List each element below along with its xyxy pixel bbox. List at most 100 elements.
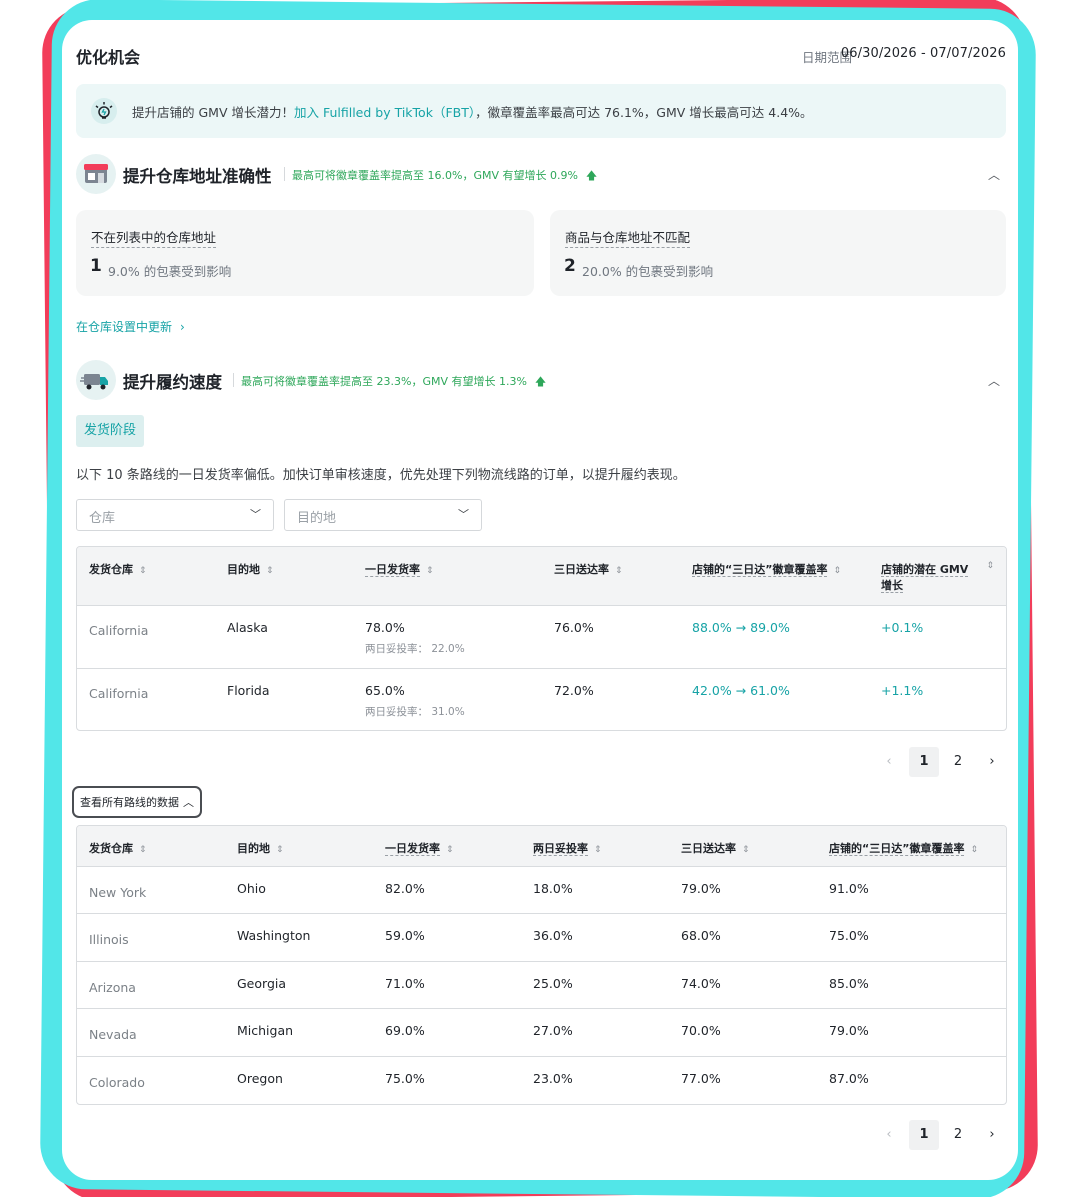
page-1-button[interactable]: 1 [909,1120,939,1150]
fulfillment-section-icon [76,360,116,400]
sort-icon: ⇕ [742,845,750,855]
cell-two-day: 27.0% [521,1008,669,1056]
cell-destination: Florida [215,667,353,730]
cell-two-day: 25.0% [521,960,669,1009]
fulfillment-section-title: 提升履约速度 [123,373,222,392]
next-page-icon[interactable]: › [977,1120,1007,1150]
col-header-destination[interactable]: 目的地 ⇕ [215,547,353,605]
chevron-down-icon: ﹀ [250,508,261,521]
cell-two-day: 23.0% [521,1055,669,1104]
cell-gmv: +1.1% [869,667,1006,730]
sort-icon: ⇕ [986,561,994,571]
truck-icon [80,374,108,390]
stat-label: 商品与仓库地址不匹配 [565,227,691,248]
fbt-banner: 提升店铺的 GMV 增长潜力！加入 Fulfilled by TikTok（FB… [76,84,1006,138]
col-header-gmv[interactable]: 店铺的潜在 GMV 增长 ⇕ [869,547,1006,605]
sort-icon: ⇕ [594,845,602,855]
cell-gmv: +0.1% [869,604,1006,668]
cell-destination: Oregon [225,1055,373,1104]
stat-count: 1 [90,256,102,276]
sort-icon: ⇕ [276,845,284,855]
section-divider [284,167,285,181]
cell-three-day: 76.0% [542,604,680,668]
cell-warehouse: California [77,667,215,730]
cell-one-day: 69.0% [373,1008,521,1056]
cell-destination: Georgia [225,960,373,1009]
page-2-button[interactable]: 2 [943,1120,973,1150]
table-row[interactable]: California Alaska 78.0% 两日妥投率： 22.0% 76.0… [77,604,1006,668]
cell-three-day: 68.0% [669,913,817,961]
sort-icon: ⇕ [833,566,842,576]
sort-icon: ⇕ [266,566,274,576]
page-1-button[interactable]: 1 [909,747,939,777]
store-icon [84,164,108,183]
arrow-up-icon: 🡅 [534,375,547,388]
destination-select[interactable]: 目的地 ﹀ [284,499,482,531]
prev-page-icon[interactable]: ‹ [874,747,904,777]
cell-one-day: 71.0% [373,960,521,1009]
warehouse-section-icon [76,154,116,194]
sort-icon: ⇕ [615,566,623,576]
col-header-coverage[interactable]: 店铺的“三日达”徽章覆盖率 ⇕ [680,547,869,605]
section-divider [233,373,234,387]
stat-count: 2 [564,256,576,276]
cell-warehouse: California [77,604,215,668]
page-2-button[interactable]: 2 [943,747,973,777]
chevron-up-icon: ︿ [183,796,194,809]
cell-coverage: 79.0% [817,1008,1006,1056]
shipping-stage-tab[interactable]: 发货阶段 [76,415,145,447]
cell-destination: Washington [225,913,373,961]
stat-description: 20.0% 的包裹受到影响 [582,264,714,279]
chevron-right-icon: › [180,320,185,334]
cell-warehouse: Illinois [77,913,225,961]
col-header-one-day[interactable]: 一日发货率 ⇕ [353,547,542,605]
all-routes-table: 发货仓库 ⇕ 目的地 ⇕ 一日发货率 ⇕ 两日妥投率 ⇕ 三日送达率 ⇕ 店铺的“三日达”… [76,825,1007,1105]
lightbulb-icon [91,98,117,124]
next-page-icon[interactable]: › [977,747,1007,777]
cell-destination: Ohio [225,865,373,914]
cell-warehouse: Colorado [77,1055,225,1104]
cell-warehouse: Arizona [77,960,225,1009]
two-day-subtext: 两日妥投率： 22.0% [365,642,465,655]
col-header-one-day[interactable]: 一日发货率 ⇕ [373,826,521,866]
fulfillment-description: 以下 10 条路线的一日发货率偏低。加快订单审核速度，优先处理下列物流线路的订单… [76,468,686,483]
table-row[interactable]: California Florida 65.0% 两日妥投率： 31.0% 72.… [77,667,1006,730]
collapse-warehouse-chevron-icon[interactable]: ︿ [988,166,1000,183]
table-row[interactable]: Colorado Oregon 75.0% 23.0% 77.0% 87.0% [77,1055,1006,1104]
cell-destination: Michigan [225,1008,373,1056]
table-row[interactable]: Nevada Michigan 69.0% 27.0% 70.0% 79.0% [77,1008,1006,1056]
col-header-destination[interactable]: 目的地 ⇕ [225,826,373,866]
col-header-warehouse[interactable]: 发货仓库 ⇕ [77,826,225,866]
col-header-two-day[interactable]: 两日妥投率 ⇕ [521,826,669,866]
stat-label: 不在列表中的仓库地址 [91,227,217,248]
two-day-subtext: 两日妥投率： 31.0% [365,705,465,718]
col-header-three-day[interactable]: 三日送达率 ⇕ [542,547,680,605]
table-row[interactable]: New York Ohio 82.0% 18.0% 79.0% 91.0% [77,865,1006,914]
optimization-panel: 优化机会 日期范围 06/30/2026 - 07/07/2026 提升店铺的 … [62,20,1018,1180]
fbt-link[interactable]: 加入 Fulfilled by TikTok（FBT） [294,105,475,120]
cell-two-day: 36.0% [521,913,669,961]
cell-destination: Alaska [215,604,353,668]
stat-card-mismatch[interactable]: 商品与仓库地址不匹配 2 20.0% 的包裹受到影响 [550,210,1006,296]
update-warehouse-link[interactable]: 在仓库设置中更新 › [76,318,185,335]
col-header-three-day[interactable]: 三日送达率 ⇕ [669,826,817,866]
prev-page-icon[interactable]: ‹ [874,1120,904,1150]
destination-select-placeholder: 目的地 [297,511,337,526]
fulfillment-section-note: 最高可将徽章覆盖率提高至 23.3%，GMV 有望增长 1.3% 🡅 [241,375,547,388]
view-all-routes-toggle[interactable]: 查看所有路线的数据 ︿ [72,786,202,818]
sort-icon: ⇕ [970,845,979,855]
table-row[interactable]: Arizona Georgia 71.0% 25.0% 74.0% 85.0% [77,960,1006,1009]
cell-two-day: 18.0% [521,865,669,914]
cell-warehouse: New York [77,865,225,914]
collapse-fulfillment-chevron-icon[interactable]: ︿ [988,372,1000,389]
route-table: 发货仓库 ⇕ 目的地 ⇕ 一日发货率 ⇕ 三日送达率 ⇕ 店铺的“三日达”徽章覆盖率 ⇕ … [76,546,1007,731]
date-range-value[interactable]: 06/30/2026 - 07/07/2026 [841,46,1006,61]
table-row[interactable]: Illinois Washington 59.0% 36.0% 68.0% 75.0% [77,913,1006,961]
warehouse-select[interactable]: 仓库 ﹀ [76,499,274,531]
cell-one-day: 59.0% [373,913,521,961]
stat-card-unlisted-warehouse[interactable]: 不在列表中的仓库地址 1 9.0% 的包裹受到影响 [76,210,534,296]
col-header-warehouse[interactable]: 发货仓库 ⇕ [77,547,215,605]
cell-one-day: 82.0% [373,865,521,914]
col-header-coverage[interactable]: 店铺的“三日达”徽章覆盖率 ⇕ [817,826,1006,866]
cell-coverage: 88.0% → 89.0% [680,604,869,668]
